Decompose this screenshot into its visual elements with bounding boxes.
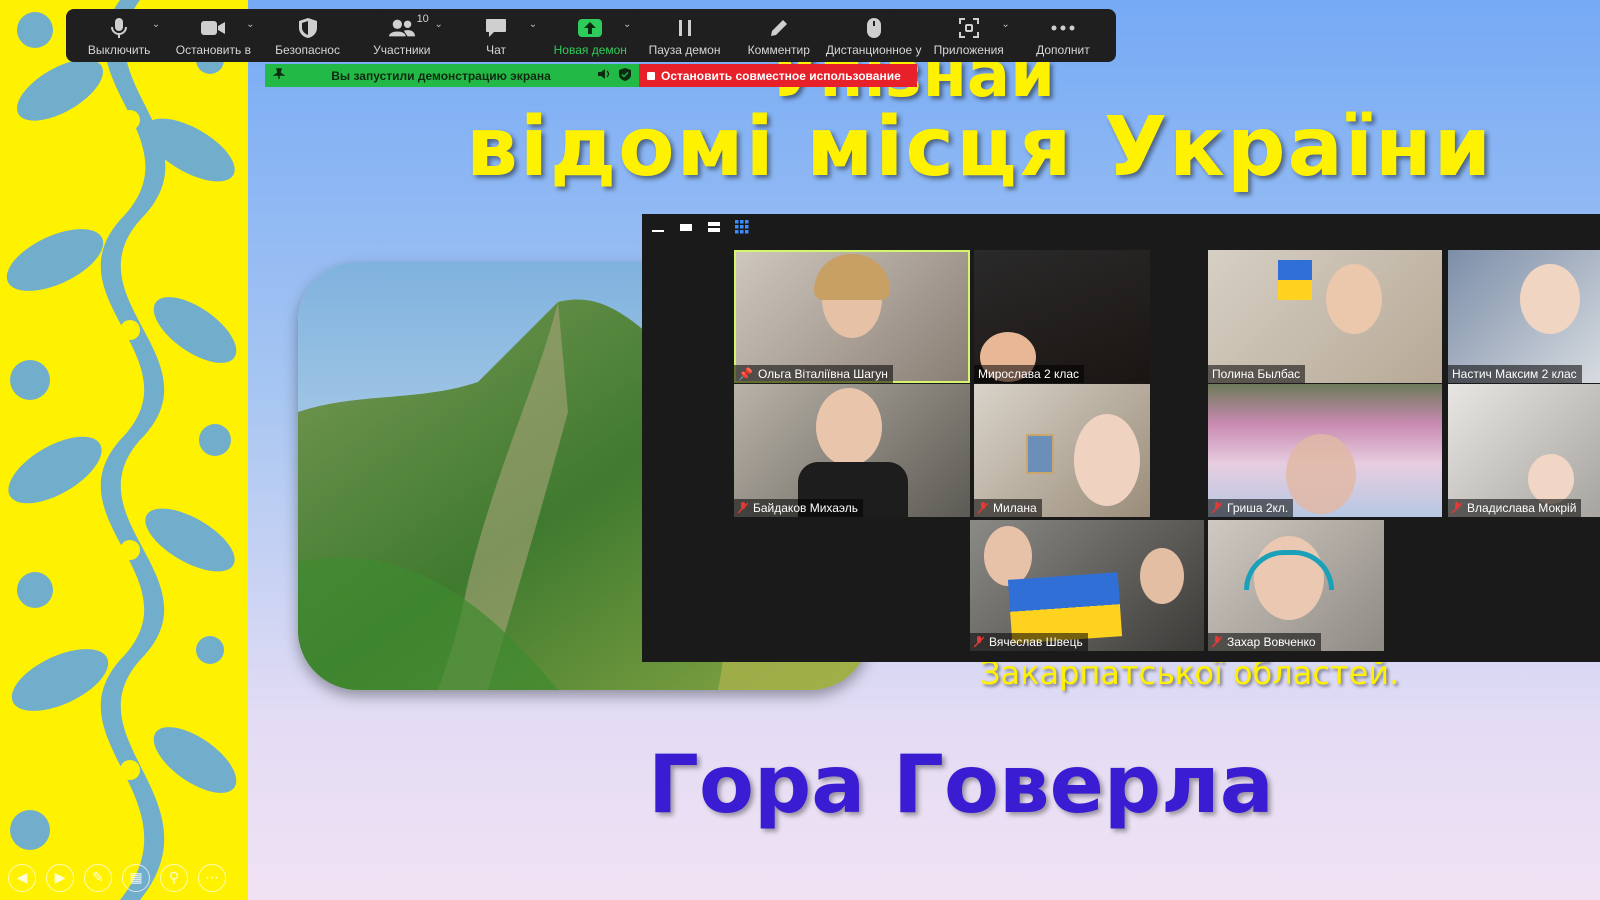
participant-name-label: Гриша 2кл. [1208, 499, 1294, 517]
gallery-view-controls [650, 220, 750, 234]
stop-square-icon [647, 71, 655, 80]
gallery-grid-icon[interactable] [734, 220, 750, 234]
participant-video [1520, 264, 1580, 334]
stop-video-button[interactable]: ⌄ Остановить в [166, 9, 260, 62]
video-tile[interactable]: Мирослава 2 клас [974, 250, 1150, 383]
zoom-toolbar: ⌄ Выключить ⌄ Остановить в Безопаснос 10… [66, 9, 1116, 62]
mouse-icon [861, 15, 887, 41]
pause-icon [672, 15, 698, 41]
pin-icon: 📌 [738, 367, 753, 381]
share-status-text: Вы запустили демонстрацию экрана [331, 68, 551, 83]
mute-button[interactable]: ⌄ Выключить [72, 9, 166, 62]
participant-video [1286, 434, 1356, 514]
participant-video [1326, 264, 1382, 334]
more-button[interactable]: Дополнит [1016, 9, 1110, 62]
slide-navigation: ◀ ▶ ✎ ▦ ⚲ ⋯ [8, 864, 226, 892]
video-tile[interactable]: Настич Максим 2 клас [1448, 250, 1600, 383]
video-tile[interactable]: Милана [974, 384, 1150, 517]
ornament-strip: ◀ ▶ ✎ ▦ ⚲ ⋯ [0, 0, 248, 900]
video-camera-icon [200, 15, 226, 41]
share-caret-icon[interactable]: ⌄ [623, 19, 631, 30]
participant-video [1074, 414, 1140, 506]
wall-picture-image [1026, 434, 1054, 474]
muted-mic-icon [1211, 502, 1223, 514]
share-screen-icon [577, 15, 603, 41]
speaker-icon[interactable] [597, 68, 611, 83]
more-dots-icon [1050, 15, 1076, 41]
muted-mic-icon [1211, 636, 1223, 648]
pause-share-button[interactable]: Пауза демон [637, 9, 731, 62]
new-share-button[interactable]: ⌄ Новая демон [543, 9, 637, 62]
shield-icon [295, 15, 321, 41]
apps-caret-icon[interactable]: ⌄ [1001, 19, 1009, 30]
slides-grid-icon[interactable]: ▦ [122, 864, 150, 892]
video-caret-icon[interactable]: ⌄ [246, 19, 254, 30]
muted-mic-icon [737, 502, 749, 514]
pencil-icon [766, 15, 792, 41]
video-tile[interactable]: Гриша 2кл. [1208, 384, 1442, 517]
encryption-shield-icon[interactable] [619, 67, 631, 84]
share-status-area[interactable]: Вы запустили демонстрацию экрана [265, 64, 639, 87]
participant-name-label: Полина Былбас [1208, 365, 1306, 383]
apps-icon [956, 15, 982, 41]
participant-name-label: Милана [974, 499, 1042, 517]
remote-control-button[interactable]: Дистанционное у [826, 9, 922, 62]
participant-name-label: Настич Максим 2 клас [1448, 365, 1582, 383]
participant-name-label: Байдаков Михаэль [734, 499, 864, 517]
apps-button[interactable]: ⌄ Приложения [922, 9, 1016, 62]
chat-button[interactable]: ⌄ Чат [449, 9, 543, 62]
stop-share-label: Остановить совместное использование [661, 68, 901, 83]
slide-more-icon[interactable]: ⋯ [198, 864, 226, 892]
mute-caret-icon[interactable]: ⌄ [152, 19, 160, 30]
participants-count: 10 [416, 13, 429, 25]
participant-name-label: Мирослава 2 клас [974, 365, 1085, 383]
video-tile[interactable]: Захар Вовченко [1208, 520, 1384, 651]
video-tile[interactable]: Байдаков Михаэль [734, 384, 970, 517]
video-tile[interactable]: Вячеслав Швець [970, 520, 1204, 651]
chat-caret-icon[interactable]: ⌄ [529, 19, 537, 30]
single-view-icon[interactable] [678, 220, 694, 234]
video-tile[interactable]: Владислава Мокрій [1448, 384, 1600, 517]
strip-view-icon[interactable] [706, 220, 722, 234]
participant-name-label: Вячеслав Швець [970, 633, 1088, 651]
minimize-icon[interactable] [650, 220, 666, 234]
stop-share-button[interactable]: Остановить совместное использование [639, 64, 917, 87]
pin-icon[interactable] [272, 68, 286, 83]
video-tile[interactable]: Полина Былбас [1208, 250, 1442, 383]
participant-video [816, 388, 882, 466]
slide-bottom-title: Гора Говерла [648, 738, 1274, 831]
participant-name-label: Владислава Мокрій [1448, 499, 1582, 517]
gallery-view-window[interactable]: 📌 Ольга Віталіївна Шагун Мирослава 2 кла… [642, 214, 1600, 662]
microphone-icon [106, 15, 132, 41]
participants-button[interactable]: 10 ⌄ Участники [355, 9, 449, 62]
chat-bubble-icon [483, 15, 509, 41]
participants-caret-icon[interactable]: ⌄ [435, 19, 443, 30]
participant-name-label: 📌 Ольга Віталіївна Шагун [734, 365, 893, 383]
slide-title-main: відомі місця України [466, 100, 1494, 195]
participants-icon: 10 [388, 13, 429, 41]
video-tile[interactable]: 📌 Ольга Віталіївна Шагун [734, 250, 970, 383]
ukraine-flag-image [1278, 260, 1312, 300]
prev-slide-icon[interactable]: ◀ [8, 864, 36, 892]
participant-hair [814, 254, 890, 300]
participant-video [984, 526, 1032, 586]
headphones-image [1244, 550, 1334, 590]
security-button[interactable]: Безопаснос [260, 9, 354, 62]
participant-video [1140, 548, 1184, 604]
participant-name-label: Захар Вовченко [1208, 633, 1321, 651]
zoom-icon[interactable]: ⚲ [160, 864, 188, 892]
floral-ornament [6, 0, 237, 900]
muted-mic-icon [1451, 502, 1463, 514]
share-status-bar: Вы запустили демонстрацию экрана Останов… [265, 64, 917, 87]
next-slide-icon[interactable]: ▶ [46, 864, 74, 892]
pen-icon[interactable]: ✎ [84, 864, 112, 892]
participant-video [1528, 454, 1574, 504]
muted-mic-icon [977, 502, 989, 514]
annotate-button[interactable]: Комментир [732, 9, 826, 62]
muted-mic-icon [973, 636, 985, 648]
